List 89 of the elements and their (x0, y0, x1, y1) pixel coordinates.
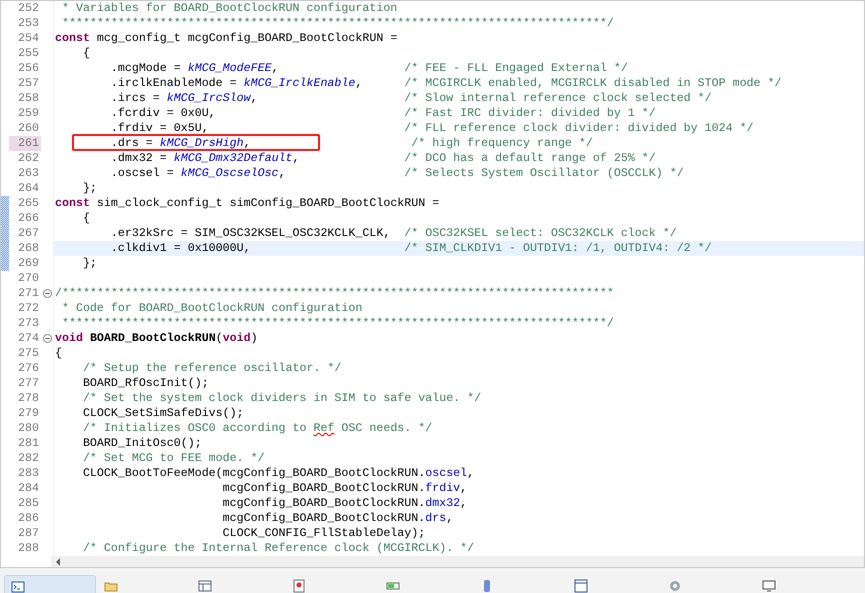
code-text: void BOARD_BootClockRUN(void) (55, 332, 258, 345)
code-text: CLOCK_CONFIG_FllStableDelay); (222, 527, 426, 540)
line-number: 270 (17, 271, 40, 286)
code-comment: /* Slow internal reference clock selected */ (404, 92, 712, 105)
line-number: 269 (17, 256, 40, 271)
code-text: .oscsel = kMCG_OscselOsc, (110, 166, 287, 181)
code-text: const sim_clock_config_t simConfig_BOARD_BootClockRUN = (55, 197, 440, 210)
panel-tab[interactable] (4, 575, 96, 593)
code-comment: /* FEE - FLL Engaged External */ (404, 62, 628, 75)
line-number: 287 (17, 526, 40, 541)
code-text: .drs = kMCG_DrsHigh, (110, 136, 252, 151)
code-text: }; (82, 257, 97, 270)
code-text: .dmx32 = kMCG_Dmx32Default, (110, 151, 301, 166)
line-number: 281 (17, 436, 40, 451)
code-text: /* Initializes OSC0 according to Ref OSC needs. */ (82, 422, 432, 435)
code-comment: /* DCO has a default range of 25% */ (404, 152, 656, 165)
code-text: BOARD_RfOscInit(); (82, 377, 209, 390)
line-number: 257 (17, 76, 40, 91)
line-number: 284 (17, 481, 40, 496)
code-text: /* Set MCG to FEE mode. */ (82, 452, 265, 465)
line-number: 260 (17, 121, 40, 136)
line-number: 252 (17, 1, 40, 16)
line-number: 262 (17, 151, 40, 166)
code-text: { (82, 212, 90, 225)
collapse-icon[interactable] (42, 289, 52, 298)
code-text: }; (82, 182, 97, 195)
collapse-icon[interactable] (42, 334, 52, 343)
code-text: * Code for BOARD_BootClockRUN configuration (60, 302, 362, 315)
code-comment: /* MCGIRCLK enabled, MCGIRCLK disabled in STOP mode */ (404, 77, 782, 90)
horizontal-scrollbar[interactable] (51, 556, 864, 567)
code-text: mcgConfig_BOARD_BootClockRUN.dmx32, (222, 497, 468, 510)
code-text: { (82, 47, 90, 60)
code-comment: /* high frequency range */ (410, 137, 593, 150)
line-number: 282 (17, 451, 40, 466)
line-number: 271 (17, 286, 40, 301)
line-number: 273 (17, 316, 40, 331)
line-number: 272 (17, 301, 40, 316)
code-text: const mcg_config_t mcgConfig_BOARD_BootClockRUN = (55, 32, 398, 45)
line-number: 259 (17, 106, 40, 121)
code-text: .frdiv = 0x5U, (110, 121, 210, 136)
code-text: mcgConfig_BOARD_BootClockRUN.drs, (222, 512, 454, 525)
line-number: 285 (17, 496, 40, 511)
console-icon (11, 580, 25, 593)
code-text: .irclkEnableMode = kMCG_IrclkEnable, (110, 76, 364, 91)
line-number: 264 (17, 181, 40, 196)
line-number: 256 (17, 61, 40, 76)
code-text: .mcgMode = kMCG_ModeFEE, (110, 61, 280, 76)
code-text: mcgConfig_BOARD_BootClockRUN.frdiv, (222, 482, 468, 495)
code-text: .er32kSrc = SIM_OSC32KSEL_OSC32KCLK_CLK, (110, 226, 392, 241)
code-text: /* Setup the reference oscillator. */ (82, 362, 342, 375)
code-comment: /* Selects System Oscillator (OSCCLK) */ (404, 167, 684, 180)
line-number: 279 (17, 406, 40, 421)
code-text: /* Configure the Internal Reference clock (MCGIRCLK). */ (82, 542, 474, 555)
code-text: ******************************************************************************/ (60, 17, 614, 30)
line-number: 261 (9, 136, 41, 151)
code-text: /******************************************************************************* (55, 287, 614, 300)
line-number: 253 (17, 16, 40, 31)
line-number: 276 (17, 361, 40, 376)
line-number: 258 (17, 91, 40, 106)
code-text: ******************************************************************************/ (60, 317, 614, 330)
line-number: 278 (17, 391, 40, 406)
line-number: 268 (17, 241, 40, 256)
code-text: CLOCK_SetSimSafeDivs(); (82, 407, 244, 420)
code-text: .clkdiv1 = 0x10000U, (110, 241, 252, 256)
line-number: 266 (17, 211, 40, 226)
scroll-left-icon[interactable] (55, 558, 61, 566)
code-text: .fcrdiv = 0x0U, (110, 106, 217, 121)
code-comment: /* OSC32KSEL select: OSC32KCLK clock */ (404, 227, 677, 240)
line-number: 286 (17, 511, 40, 526)
code-text: { (55, 347, 62, 360)
code-text: .ircs = kMCG_IrcSlow, (110, 91, 259, 106)
line-number: 288 (17, 541, 40, 556)
line-number: 283 (17, 466, 40, 481)
line-number: 277 (17, 376, 40, 391)
code-comment: /* FLL reference clock divider: divided by 1024 */ (404, 122, 754, 135)
code-text: BOARD_InitOsc0(); (82, 437, 202, 450)
code-comment: /* SIM_CLKDIV1 - OUTDIV1: /1, OUTDIV4: /2 */ (404, 242, 712, 255)
line-number: 263 (17, 166, 40, 181)
line-number: 275 (17, 346, 40, 361)
code-text: /* Set the system clock dividers in SIM to safe value. */ (82, 392, 482, 405)
line-number: 274 (17, 331, 40, 346)
line-number: 267 (17, 226, 40, 241)
line-number: 265 (17, 196, 40, 211)
line-number: 280 (17, 421, 40, 436)
code-comment: /* Fast IRC divider: divided by 1 */ (404, 107, 656, 120)
line-number: 255 (17, 46, 40, 61)
line-number: 254 (17, 31, 40, 46)
code-text: * Variables for BOARD_BootClockRUN configuration (60, 2, 398, 15)
code-text: CLOCK_BootToFeeMode(mcgConfig_BOARD_BootClockRUN.oscsel, (82, 467, 474, 480)
